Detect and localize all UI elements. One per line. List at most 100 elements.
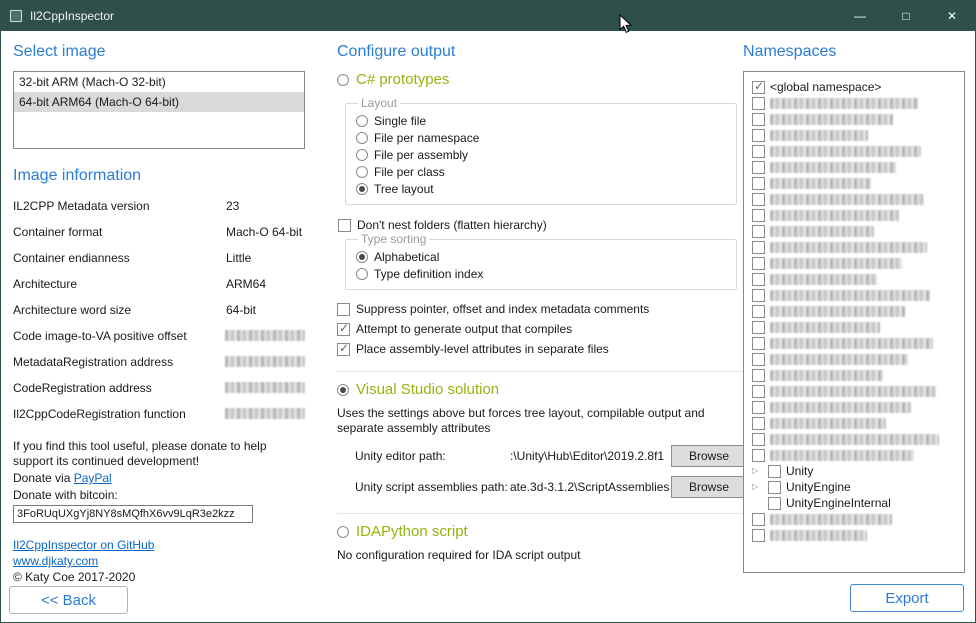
redacted-value [225,382,305,393]
output-option-checkbox[interactable]: Attempt to generate output that compiles [337,322,747,336]
layout-option[interactable]: File per assembly [356,148,736,162]
redacted-label [770,354,908,365]
namespace-item[interactable]: <global namespace> [752,79,964,95]
redacted-label [770,514,892,525]
redacted-label [770,258,902,269]
info-label: CodeRegistration address [13,381,225,395]
checkbox-icon [752,529,765,542]
info-value [225,381,305,393]
redacted-label [770,370,883,381]
github-link[interactable]: Il2CppInspector on GitHub [13,538,154,552]
checkbox-icon [768,481,781,494]
output-option-checkbox[interactable]: Suppress pointer, offset and index metad… [337,302,747,316]
layout-option[interactable]: Tree layout [356,182,736,196]
radio-icon [356,183,368,195]
minimize-button[interactable]: — [837,1,883,31]
select-image-heading: Select image [13,43,305,61]
checkbox-icon [752,145,765,158]
expander-icon[interactable]: ▷ [752,463,763,479]
bitcoin-address-input[interactable] [13,505,253,523]
redacted-label [770,130,868,141]
middle-column: Configure output C# prototypes Layout Si… [337,43,747,563]
layout-option[interactable]: File per class [356,165,736,179]
namespace-item-redacted[interactable] [752,415,964,431]
image-list-item[interactable]: 64-bit ARM64 (Mach-O 64-bit) [14,92,304,112]
namespace-item[interactable]: UnityEngineInternal [752,495,964,511]
namespace-item-redacted[interactable] [752,111,964,127]
namespace-item-redacted[interactable] [752,191,964,207]
namespace-item-redacted[interactable] [752,351,964,367]
namespace-item-redacted[interactable] [752,175,964,191]
checkbox-icon [768,465,781,478]
radio-label: C# prototypes [356,71,449,88]
radio-label: Alphabetical [374,250,439,264]
namespace-item-redacted[interactable] [752,271,964,287]
paypal-link[interactable]: PayPal [74,471,112,485]
info-label: Il2CppCodeRegistration function [13,407,225,421]
website-link[interactable]: www.djkaty.com [13,554,98,568]
donate-text: If you find this tool useful, please don… [13,439,293,469]
visual-studio-radio[interactable]: Visual Studio solution [337,381,747,398]
redacted-label [770,338,933,349]
namespace-item-redacted[interactable] [752,207,964,223]
checkbox-icon [752,289,765,302]
namespace-list[interactable]: <global namespace> ▷Unity▷UnityEngineUnit… [743,71,965,573]
namespace-item-redacted[interactable] [752,159,964,175]
unity-editor-browse-button[interactable]: Browse [671,445,747,467]
namespace-item-redacted[interactable] [752,367,964,383]
image-list-item[interactable]: 32-bit ARM (Mach-O 32-bit) [14,72,304,92]
output-option-checkbox[interactable]: Place assembly-level attributes in separ… [337,342,747,356]
redacted-label [770,98,918,109]
namespace-item-redacted[interactable] [752,223,964,239]
window-title: Il2CppInspector [30,9,114,23]
export-button[interactable]: Export [850,584,964,612]
layout-option[interactable]: File per namespace [356,131,736,145]
redacted-label [770,418,886,429]
redacted-value [225,356,305,367]
type-sorting-option[interactable]: Type definition index [356,267,736,281]
checkbox-label: Don't nest folders (flatten hierarchy) [357,218,547,232]
type-sorting-option[interactable]: Alphabetical [356,250,736,264]
namespace-item-redacted[interactable] [752,447,964,463]
redacted-label [770,306,905,317]
namespace-item-redacted[interactable] [752,287,964,303]
namespace-item-redacted[interactable] [752,143,964,159]
info-row: Architecture word size64-bit [13,303,305,329]
namespace-item-redacted[interactable] [752,399,964,415]
expander-icon[interactable]: ▷ [752,479,763,495]
namespace-item-redacted[interactable] [752,239,964,255]
namespace-item-redacted[interactable] [752,303,964,319]
namespace-item[interactable]: ▷UnityEngine [752,479,964,495]
namespace-item-redacted[interactable] [752,255,964,271]
namespace-item-redacted[interactable] [752,527,964,543]
left-column: Select image 32-bit ARM (Mach-O 32-bit)6… [13,43,305,585]
image-listbox[interactable]: 32-bit ARM (Mach-O 32-bit)64-bit ARM64 (… [13,71,305,149]
namespace-item-redacted[interactable] [752,95,964,111]
layout-option[interactable]: Single file [356,114,736,128]
info-row: ArchitectureARM64 [13,277,305,303]
namespace-item-redacted[interactable] [752,383,964,399]
unity-script-browse-button[interactable]: Browse [671,476,747,498]
back-button[interactable]: << Back [9,586,128,614]
radio-label: Type definition index [374,267,483,281]
radio-label: Tree layout [374,182,434,196]
namespace-item-redacted[interactable] [752,335,964,351]
namespace-item-redacted[interactable] [752,127,964,143]
namespace-item-redacted[interactable] [752,319,964,335]
maximize-button[interactable]: □ [883,1,929,31]
csharp-prototypes-radio[interactable]: C# prototypes [337,71,747,88]
right-column: Namespaces <global namespace>▷Unity▷Unit… [743,43,965,573]
namespace-item[interactable]: ▷Unity [752,463,964,479]
redacted-value [225,408,305,419]
flatten-checkbox[interactable]: Don't nest folders (flatten hierarchy) [338,218,747,232]
redacted-label [770,290,930,301]
mouse-cursor [619,14,633,34]
namespace-item-redacted[interactable] [752,511,964,527]
radio-label: File per class [374,165,445,179]
namespace-item-redacted[interactable] [752,431,964,447]
idapython-radio[interactable]: IDAPython script [337,523,747,540]
checkbox-icon [752,305,765,318]
image-information-heading: Image information [13,167,305,185]
close-button[interactable]: ✕ [929,1,975,31]
redacted-label [770,450,914,461]
